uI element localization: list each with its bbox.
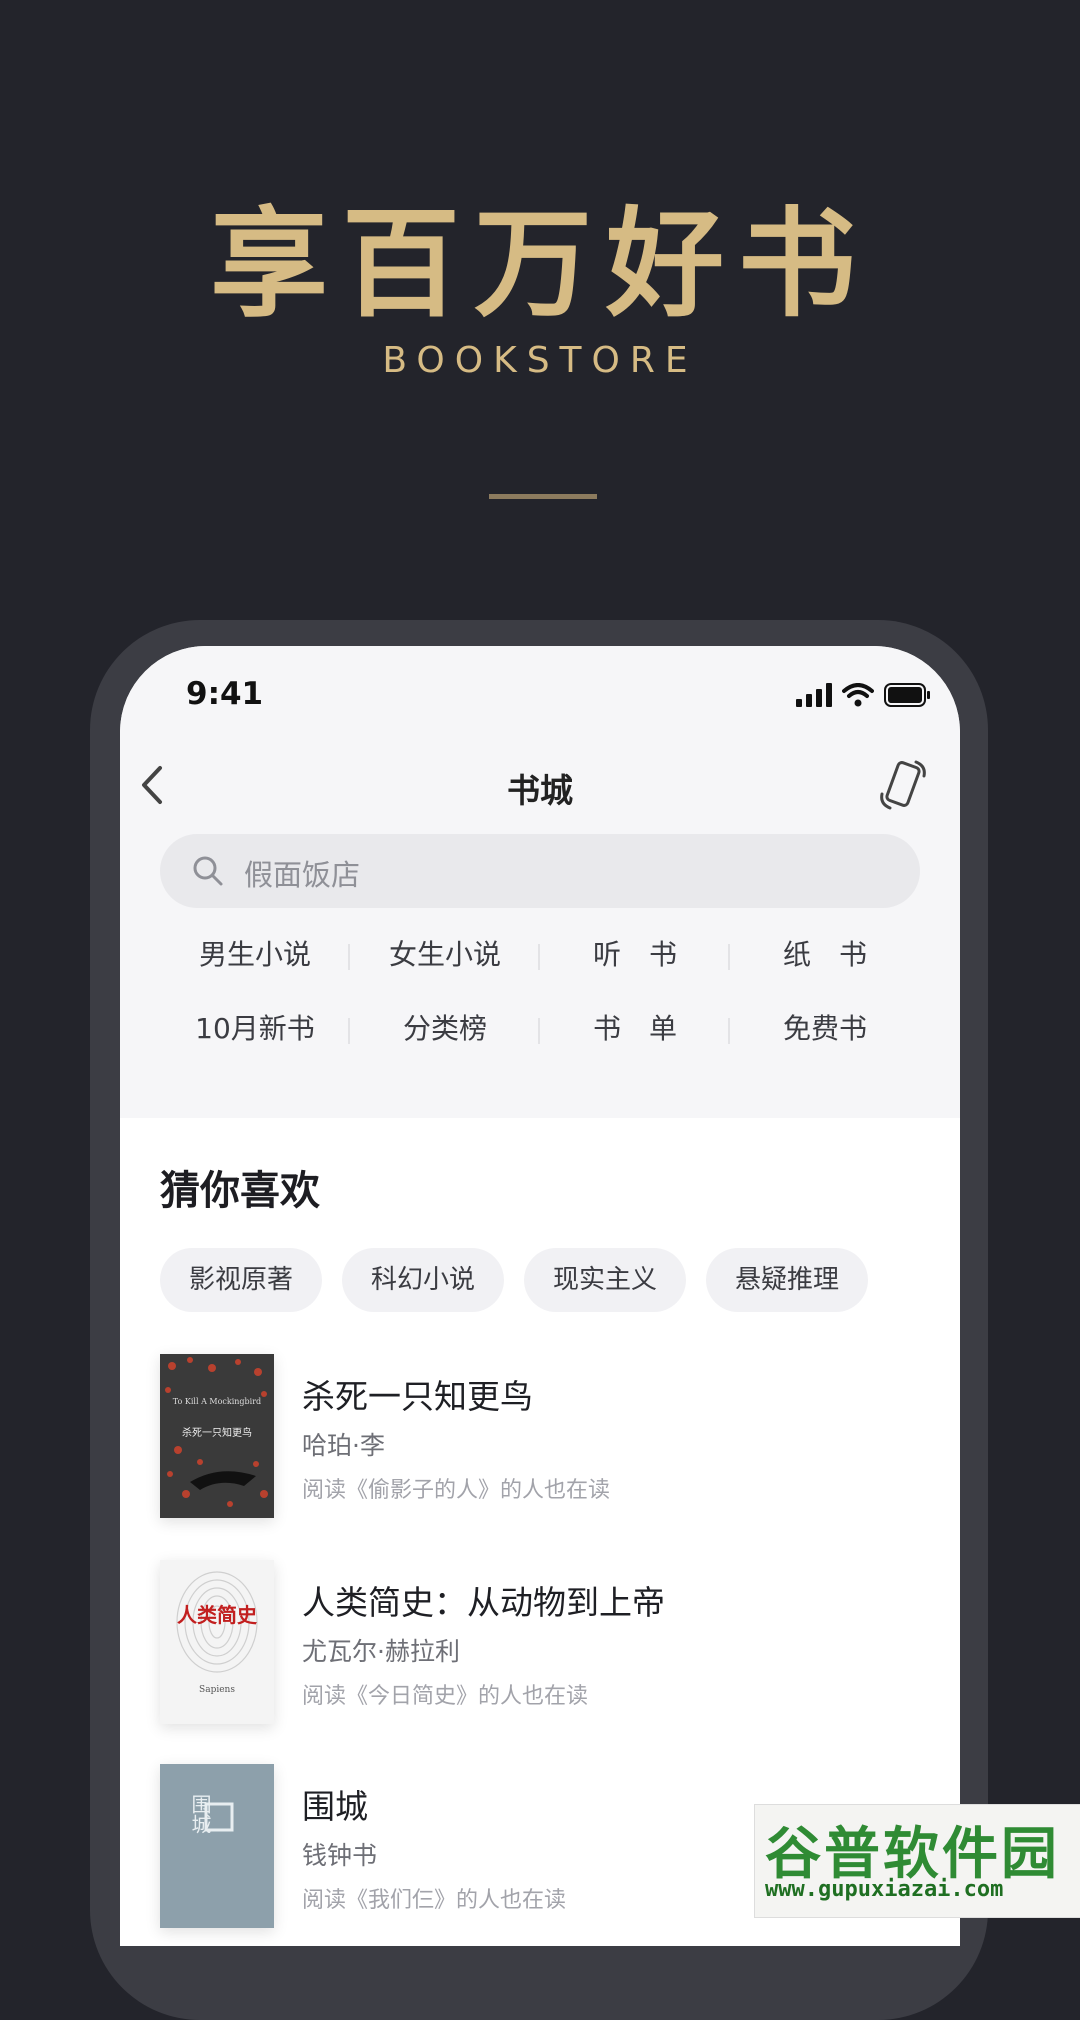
category-male-novel[interactable]: 男生小说 — [160, 936, 350, 974]
category-booklist[interactable]: 书 单 — [540, 1010, 730, 1048]
category-new-books[interactable]: 10月新书 — [160, 1010, 350, 1048]
status-icons — [796, 680, 930, 710]
category-ranking[interactable]: 分类榜 — [350, 1010, 540, 1048]
section-title: 猜你喜欢 — [160, 1167, 320, 1214]
watermark-url: www.gupuxiazai.com — [765, 1877, 1004, 1902]
chip[interactable]: 影视原著 — [160, 1248, 322, 1312]
book-author: 哈珀·李 — [302, 1431, 385, 1460]
category-label: 男生小说 — [198, 938, 311, 971]
book-reason: 阅读《今日简史》的人也在读 — [302, 1684, 589, 1709]
category-female-novel[interactable]: 女生小说 — [350, 936, 540, 974]
signal-icon — [796, 683, 832, 707]
book-author: 尤瓦尔·赫拉利 — [302, 1637, 460, 1666]
category-audiobook[interactable]: 听 书 — [540, 936, 730, 974]
battery-icon — [884, 683, 930, 707]
category-label: 听 书 — [592, 938, 677, 971]
cover-cn: 人类简史 — [177, 1603, 258, 1627]
book-cover: 人类简史 Sapiens — [160, 1560, 274, 1724]
hero-title: 享百万好书 — [209, 194, 870, 333]
top-area: 9:41 书城 假面饭店 男生小说 女生小说 听 书 纸 书 10月新书 分类榜… — [120, 646, 960, 1118]
watermark-logo: 谷普软件园 www.gupuxiazai.com — [754, 1804, 1080, 1918]
book-title[interactable]: 人类简史：从动物到上帝 — [302, 1576, 665, 1624]
cover-cn: 围城 — [188, 1794, 212, 1834]
category-grid: 男生小说 女生小说 听 书 纸 书 10月新书 分类榜 书 单 免费书 — [160, 936, 920, 1048]
search-icon — [193, 856, 223, 886]
search-input[interactable]: 假面饭店 — [244, 852, 360, 894]
search-bar[interactable]: 假面饭店 — [160, 834, 920, 908]
category-label: 纸 书 — [782, 938, 867, 971]
hero-divider — [489, 494, 597, 499]
cover-en: To Kill A Mockingbird — [173, 1397, 261, 1406]
category-label: 分类榜 — [402, 1012, 487, 1045]
category-label: 女生小说 — [388, 938, 501, 971]
wifi-icon — [842, 683, 874, 707]
book-item[interactable]: To Kill A Mockingbird 杀死一只知更鸟 杀死一只知更鸟 哈珀… — [160, 1354, 920, 1524]
chip[interactable]: 现实主义 — [524, 1248, 686, 1312]
category-free-books[interactable]: 免费书 — [730, 1010, 920, 1048]
phone-rotate-icon[interactable] — [878, 756, 930, 814]
book-title[interactable]: 围城 — [302, 1780, 368, 1828]
page-title: 书城 — [507, 771, 573, 810]
book-cover: To Kill A Mockingbird 杀死一只知更鸟 — [160, 1354, 274, 1518]
category-label: 免费书 — [782, 1012, 867, 1045]
book-cover: 围城 — [160, 1764, 274, 1928]
book-reason: 阅读《我们仨》的人也在读 — [302, 1888, 567, 1913]
chip[interactable]: 科幻小说 — [342, 1248, 504, 1312]
book-author: 钱钟书 — [302, 1841, 378, 1870]
cover-en: Sapiens — [199, 1685, 235, 1695]
chip-row: 影视原著 科幻小说 现实主义 悬疑推理 — [160, 1248, 868, 1312]
book-title[interactable]: 杀死一只知更鸟 — [302, 1370, 533, 1418]
category-paper-book[interactable]: 纸 书 — [730, 936, 920, 974]
category-label: 10月新书 — [195, 1012, 315, 1045]
phone-screen: 9:41 书城 假面饭店 男生小说 女生小说 听 书 纸 书 10月新书 分类榜… — [120, 646, 960, 1946]
chip[interactable]: 悬疑推理 — [706, 1248, 868, 1312]
book-item[interactable]: 人类简史 Sapiens 人类简史：从动物到上帝 尤瓦尔·赫拉利 阅读《今日简史… — [160, 1560, 920, 1730]
book-reason: 阅读《偷影子的人》的人也在读 — [302, 1478, 611, 1503]
hero-subtitle: BOOKSTORE — [382, 340, 698, 381]
cover-cn: 杀死一只知更鸟 — [182, 1426, 252, 1439]
category-label: 书 单 — [592, 1012, 677, 1045]
status-time: 9:41 — [186, 676, 264, 712]
